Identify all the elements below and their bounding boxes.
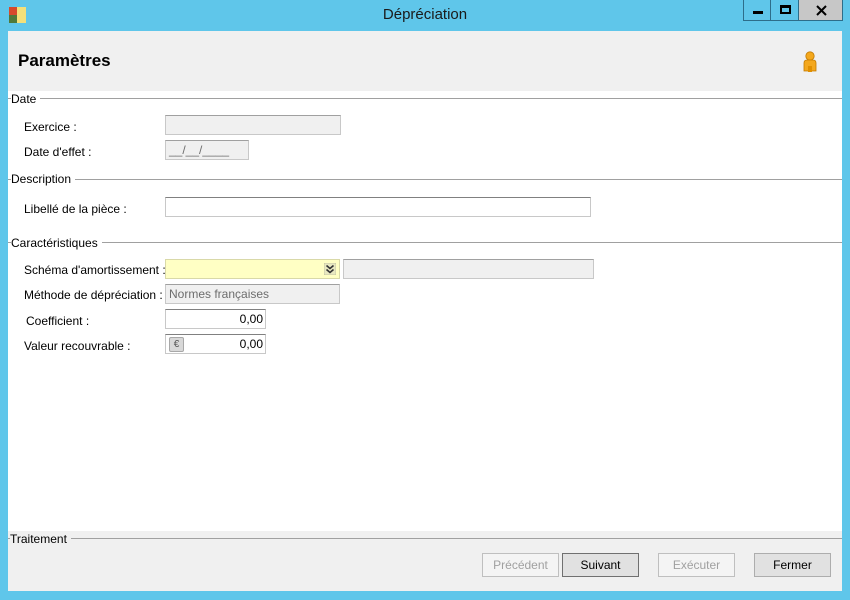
caracteristiques-group-line	[8, 242, 842, 243]
fermer-button[interactable]: Fermer	[754, 553, 831, 577]
application-window: Dépréciation Paramètres Date Exercice :	[0, 0, 850, 600]
close-icon	[816, 5, 827, 16]
wizard-header: Paramètres	[8, 31, 842, 91]
exercice-label: Exercice :	[24, 120, 77, 134]
window-title: Dépréciation	[382, 6, 468, 23]
maximize-icon	[780, 5, 791, 14]
minimize-icon	[753, 11, 763, 14]
libelle-field[interactable]	[165, 197, 591, 217]
libelle-label: Libellé de la pièce :	[24, 202, 127, 216]
methode-label: Méthode de dépréciation :	[24, 288, 163, 302]
coefficient-field[interactable]: 0,00	[165, 309, 266, 329]
methode-field: Normes françaises	[165, 284, 340, 304]
user-icon[interactable]	[802, 51, 818, 73]
schema-combobox[interactable]	[165, 259, 340, 279]
description-group-line	[8, 179, 842, 180]
schema-label: Schéma d'amortissement :	[24, 263, 166, 277]
euro-icon[interactable]: €	[169, 337, 184, 352]
valeur-recouvrable-field[interactable]: € 0,00	[165, 334, 266, 354]
executer-button[interactable]: Exécuter	[658, 553, 735, 577]
minimize-button[interactable]	[743, 0, 771, 21]
title-bar[interactable]: Dépréciation	[0, 0, 850, 31]
precedent-button[interactable]: Précédent	[482, 553, 559, 577]
date-effet-field[interactable]: __/__/____	[165, 140, 249, 160]
description-group-label: Description	[11, 172, 76, 186]
caracteristiques-group-label: Caractéristiques	[11, 236, 102, 250]
coefficient-label: Coefficient :	[26, 314, 90, 328]
valeur-recouvrable-label: Valeur recouvrable :	[24, 339, 131, 353]
close-button[interactable]	[798, 0, 843, 21]
traitement-group-label: Traitement	[10, 532, 71, 546]
date-group-line	[8, 98, 842, 99]
valeur-recouvrable-value: 0,00	[239, 337, 263, 351]
date-group-label: Date	[11, 92, 41, 106]
double-chevron-down-icon[interactable]	[324, 263, 336, 275]
date-effet-label: Date d'effet :	[24, 145, 92, 159]
exercice-field[interactable]	[165, 115, 341, 135]
maximize-button[interactable]	[770, 0, 799, 21]
traitement-group-line	[8, 538, 842, 539]
page-title: Paramètres	[18, 51, 111, 70]
schema-description-field	[343, 259, 594, 279]
wizard-footer: Traitement Précédent Suivant Exécuter Fe…	[8, 531, 842, 591]
suivant-button[interactable]: Suivant	[562, 553, 639, 577]
dialog-client-area: Paramètres Date Exercice : Date d'effet …	[8, 31, 842, 591]
